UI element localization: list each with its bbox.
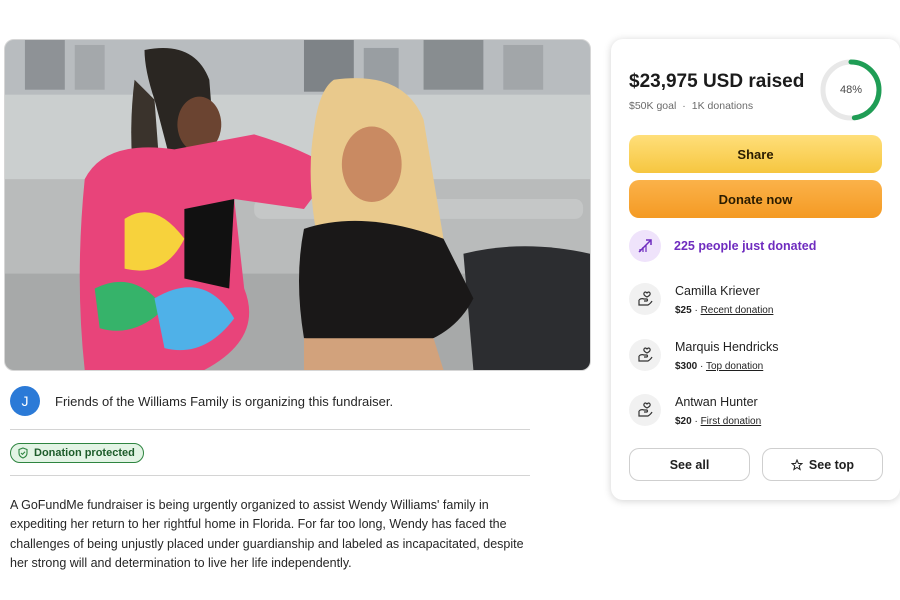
donor-item: Marquis Hendricks $300 · Top donation — [629, 339, 779, 372]
donor-tag-link[interactable]: First donation — [701, 416, 762, 427]
donation-hands-icon — [629, 283, 661, 315]
donor-amount: $25 — [675, 305, 692, 316]
divider — [10, 475, 530, 476]
see-all-button[interactable]: See all — [629, 448, 750, 481]
donor-detail: $300 · Top donation — [675, 361, 779, 372]
donor-item: Camilla Kriever $25 · Recent donation — [629, 283, 773, 316]
donor-name: Antwan Hunter — [675, 395, 758, 409]
goal-meta: $50K goal · 1K donations — [629, 100, 753, 112]
donation-count: 1K donations — [691, 100, 754, 112]
donor-sep: · — [691, 305, 701, 316]
donor-sep: · — [691, 416, 701, 427]
donation-protected-label: Donation protected — [34, 447, 135, 459]
donor-detail: $25 · Recent donation — [675, 305, 773, 316]
see-all-label: See all — [669, 457, 710, 472]
star-icon — [790, 458, 803, 471]
photo-illustration — [5, 40, 590, 370]
donor-tag-link[interactable]: Recent donation — [701, 305, 774, 316]
donation-hands-icon — [629, 394, 661, 426]
donation-protected-badge[interactable]: Donation protected — [10, 443, 144, 463]
recent-donations-trend: 225 people just donated — [629, 230, 816, 262]
donor-detail: $20 · First donation — [675, 416, 761, 427]
progress-percent: 48% — [839, 84, 863, 96]
donor-name: Marquis Hendricks — [675, 340, 779, 354]
see-top-label: See top — [808, 457, 855, 472]
organizer-avatar[interactable]: J — [10, 386, 40, 416]
donor-sep: · — [697, 361, 706, 372]
trend-text: 225 people just donated — [674, 239, 817, 253]
trending-up-icon — [629, 230, 661, 262]
share-button[interactable]: Share — [629, 135, 882, 173]
see-top-button[interactable]: See top — [762, 448, 883, 481]
meta-separator: · — [682, 100, 686, 112]
amount-raised: $23,975 USD raised — [629, 71, 805, 92]
goal-amount: $50K goal — [629, 100, 677, 112]
shield-check-icon — [18, 447, 28, 459]
organizer-row: J Friends of the Williams Family is orga… — [10, 385, 530, 417]
fundraiser-photo — [4, 39, 591, 371]
donate-now-button[interactable]: Donate now — [629, 180, 882, 218]
donor-tag-link[interactable]: Top donation — [706, 361, 763, 372]
donor-name: Camilla Kriever — [675, 284, 760, 298]
donor-amount: $300 — [675, 361, 698, 372]
donation-card: $23,975 USD raised $50K goal · 1K donati… — [611, 39, 900, 500]
donation-hands-icon — [629, 339, 661, 371]
donor-amount: $20 — [675, 416, 692, 427]
divider — [10, 429, 530, 430]
donor-item: Antwan Hunter $20 · First donation — [629, 394, 761, 427]
fundraiser-description: A GoFundMe fundraiser is being urgently … — [10, 498, 524, 570]
organizer-text: Friends of the Williams Family is organi… — [55, 393, 394, 409]
